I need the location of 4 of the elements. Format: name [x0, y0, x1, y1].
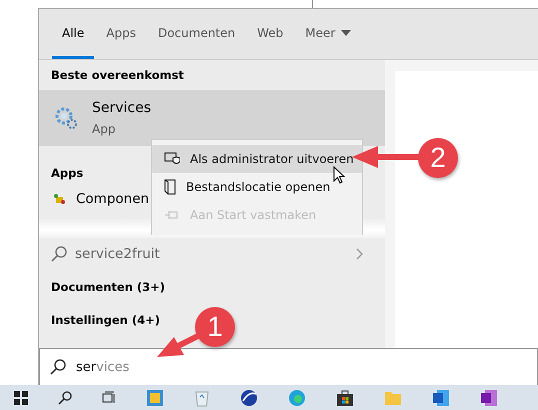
app-title: Services	[92, 100, 152, 116]
search-query: services	[76, 360, 130, 374]
section-heading: Apps	[51, 166, 84, 180]
app-type: App	[92, 122, 116, 136]
